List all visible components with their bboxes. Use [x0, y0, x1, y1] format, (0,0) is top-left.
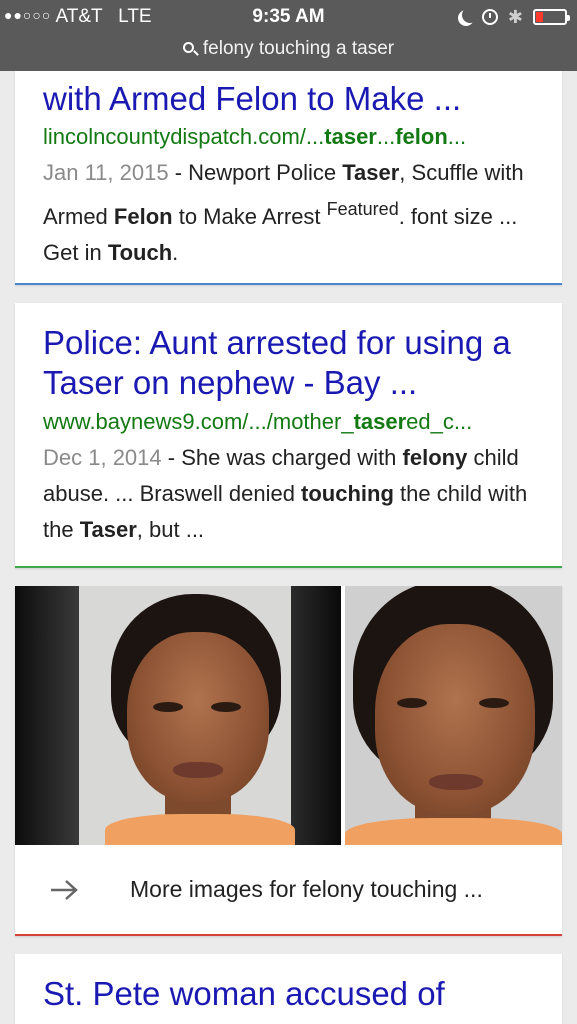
result-snippet: Jan 11, 2015 - Newport Police Taser, Scu… — [43, 160, 524, 265]
battery-icon — [533, 9, 570, 25]
browser-top-bar: ●●○○○ AT&T LTE 9:35 AM ✱ felony touching… — [0, 0, 577, 71]
arrow-right-icon — [51, 880, 78, 900]
bluetooth-icon: ✱ — [507, 7, 523, 27]
search-result-card: St. Pete woman accused of — [15, 954, 562, 1024]
more-images-label: More images for felony touching ... — [130, 876, 483, 902]
search-result-card: Police: Aunt arrested for using a Taser … — [15, 303, 562, 568]
alarm-icon — [481, 9, 498, 25]
result-date: Dec 1, 2014 — [43, 445, 162, 470]
result-title-link[interactable]: St. Pete woman accused of — [43, 974, 548, 1014]
result-date: Jan 11, 2015 — [43, 160, 169, 185]
images-result-card: More images for felony touching ... — [15, 586, 562, 936]
more-images-link[interactable]: More images for felony touching ... — [15, 845, 562, 934]
address-bar[interactable]: felony touching a taser — [0, 38, 577, 60]
mugshot-image-1[interactable] — [15, 586, 341, 845]
result-url: www.baynews9.com/.../mother_tasered_c... — [43, 409, 473, 434]
moon-icon — [462, 7, 478, 23]
result-snippet: Dec 1, 2014 - She was charged with felon… — [43, 445, 528, 542]
result-title-link[interactable]: Police: Aunt arrested for using a Taser … — [43, 323, 548, 403]
search-result-card: with Armed Felon to Make ... lincolncoun… — [15, 40, 562, 285]
search-query: felony touching a taser — [202, 38, 395, 59]
result-url: lincolncountydispatch.com/...taser...fel… — [43, 124, 467, 149]
status-bar: ●●○○○ AT&T LTE 9:35 AM ✱ — [0, 6, 577, 32]
result-title-link[interactable]: with Armed Felon to Make ... — [43, 79, 548, 119]
status-icons: ✱ — [456, 7, 570, 27]
mugshot-image-2[interactable] — [345, 586, 562, 845]
search-icon — [182, 42, 194, 53]
